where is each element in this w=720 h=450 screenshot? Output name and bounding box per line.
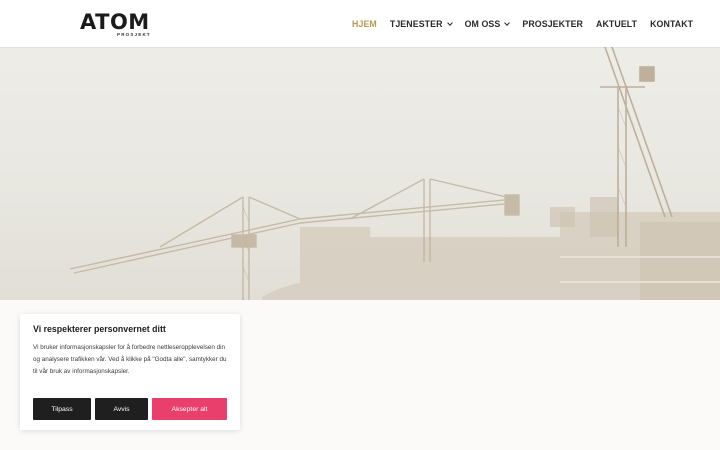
nav-label: TJENESTER [389, 19, 443, 29]
site-header: ATOM PROSJEKT HJEM TJENESTER OM OSS PROS… [0, 0, 720, 47]
cookie-title: Vi respekterer personvernet ditt [33, 324, 166, 334]
logo-wordmark: ATOM [80, 10, 150, 34]
nav-item-hjem[interactable]: HJEM [352, 17, 377, 31]
logo-subtitle: PROSJEKT [117, 32, 151, 37]
nav-label: AKTUELT [596, 19, 638, 29]
nav-item-tjenester[interactable]: TJENESTER [389, 17, 453, 31]
nav-label: HJEM [352, 19, 377, 29]
nav-item-aktuelt[interactable]: AKTUELT [596, 17, 637, 31]
nav-label: PROSJEKTER [522, 19, 583, 29]
nav-item-prosjekter[interactable]: PROSJEKTER [522, 17, 583, 31]
nav-label: KONTAKT [650, 19, 694, 29]
nav-item-kontakt[interactable]: KONTAKT [650, 17, 693, 31]
site-logo[interactable]: ATOM PROSJEKT [80, 11, 150, 39]
reject-button[interactable]: Avvis [95, 398, 148, 420]
chevron-down-icon [504, 20, 511, 26]
cookie-description: Vi bruker informasjonskapsler for å forb… [33, 344, 227, 375]
cookie-consent-banner: Vi respekterer personvernet ditt Vi bruk… [20, 314, 240, 430]
main-nav: HJEM TJENESTER OM OSS PROSJEKTER AKTUELT… [352, 17, 706, 31]
chevron-down-icon [446, 20, 453, 26]
nav-item-om-oss[interactable]: OM OSS [464, 17, 511, 31]
nav-label: OM OSS [464, 19, 501, 29]
customize-button[interactable]: Tilpass [33, 398, 91, 420]
accept-all-button[interactable]: Aksepter alt [152, 398, 227, 420]
